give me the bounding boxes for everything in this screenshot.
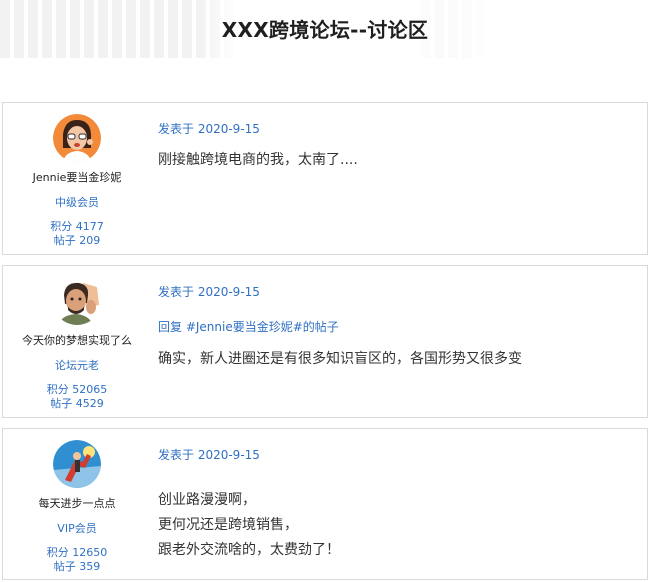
post-body: 确实，新人进圈还是有很多知识盲区的，各国形势又很多变	[158, 347, 522, 372]
post-line: 跟老外交流啥的，太费劲了！	[158, 542, 340, 558]
avatar[interactable]	[53, 440, 101, 488]
post-body: 刚接触跨境电商的我，太南了....	[158, 148, 358, 173]
author-name[interactable]: Jennie要当金珍妮	[3, 169, 151, 185]
post-date: 发表于 2020-9-15	[158, 122, 260, 136]
post-author: 今天你的梦想实现了么 论坛元老 积分 52065 帖子 4529	[3, 266, 151, 417]
post-line: 创业路漫漫啊，	[158, 492, 256, 508]
avatar[interactable]	[53, 277, 101, 325]
post-line: 确实，新人进圈还是有很多知识盲区的，各国形势又很多变	[158, 351, 522, 367]
author-post-count[interactable]: 帖子 209	[3, 232, 151, 248]
author-level[interactable]: 论坛元老	[3, 357, 151, 373]
forum-post: Jennie要当金珍妮 中级会员 积分 4177 帖子 209 发表于 2020…	[2, 102, 648, 255]
post-line: 更何况还是跨境销售，	[158, 517, 298, 533]
post-date: 发表于 2020-9-15	[158, 448, 260, 462]
post-body: 创业路漫漫啊， 更何况还是跨境销售， 跟老外交流啥的，太费劲了！	[158, 488, 340, 563]
author-post-count[interactable]: 帖子 359	[3, 558, 151, 574]
forum-post: 每天进步一点点 VIP会员 积分 12650 帖子 359 发表于 2020-9…	[2, 428, 648, 580]
author-post-count[interactable]: 帖子 4529	[3, 395, 151, 411]
post-author: 每天进步一点点 VIP会员 积分 12650 帖子 359	[3, 429, 151, 579]
author-level[interactable]: VIP会员	[3, 520, 151, 536]
post-content: 发表于 2020-9-15 刚接触跨境电商的我，太南了....	[158, 103, 647, 254]
post-date: 发表于 2020-9-15	[158, 285, 260, 299]
post-content: 发表于 2020-9-15 创业路漫漫啊， 更何况还是跨境销售， 跟老外交流啥的…	[158, 429, 647, 579]
post-content: 发表于 2020-9-15 回复 #Jennie要当金珍妮#的帖子 确实，新人进…	[158, 266, 647, 417]
post-line: 刚接触跨境电商的我，太南了....	[158, 152, 358, 168]
author-level[interactable]: 中级会员	[3, 194, 151, 210]
author-name[interactable]: 今天你的梦想实现了么	[3, 332, 151, 348]
page-title: XXX跨境论坛--讨论区	[221, 18, 429, 42]
avatar[interactable]	[53, 114, 101, 162]
author-name[interactable]: 每天进步一点点	[3, 495, 151, 511]
page-header: XXX跨境论坛--讨论区	[0, 0, 650, 58]
reply-reference[interactable]: 回复 #Jennie要当金珍妮#的帖子	[158, 318, 339, 335]
post-author: Jennie要当金珍妮 中级会员 积分 4177 帖子 209	[3, 103, 151, 254]
forum-post: 今天你的梦想实现了么 论坛元老 积分 52065 帖子 4529 发表于 202…	[2, 265, 648, 418]
